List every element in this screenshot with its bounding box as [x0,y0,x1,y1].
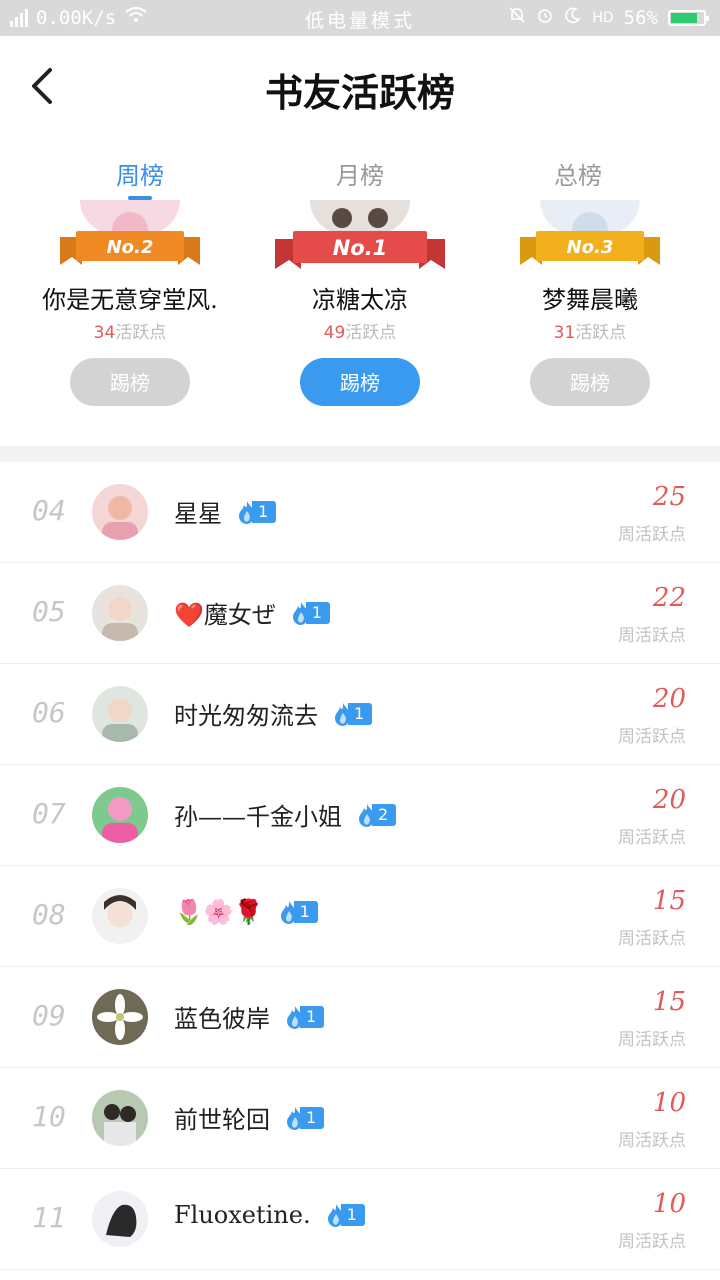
page-title: 书友活跃榜 [264,70,455,115]
rank-ribbon-1: No.1 [275,231,445,269]
score-label: 周活跃点 [618,1131,686,1151]
mute-bell-icon [508,6,526,29]
score-value: 20 [652,684,686,714]
list-item[interactable]: 09 蓝色彼岸 1 15 周活跃点 [0,967,720,1068]
kick-button[interactable]: 踢榜 [530,358,650,406]
podium-points: 31活跃点 [553,323,627,343]
list-item[interactable]: 06 时光匆匆流去 1 20 周活跃点 [0,664,720,765]
user-name: 星星 [174,500,222,528]
list-item[interactable]: 04 星星 1 25 周活跃点 [0,462,720,563]
level-number: 1 [300,1005,325,1028]
avatar[interactable] [92,585,148,641]
list-item[interactable]: 08 🌷🌸🌹 1 15 周活跃点 [0,866,720,967]
user-name: 蓝色彼岸 [174,1005,270,1033]
header: 书友活跃榜 [0,36,720,136]
user-name: 孙——千金小姐 [174,803,342,831]
score-label: 周活跃点 [618,626,686,646]
hd-call-icon: HD [592,9,614,26]
podium-name: 凉糖太凉 [312,286,408,314]
score-label: 周活跃点 [618,525,686,545]
podium-name: 梦舞晨曦 [542,286,638,314]
level-number: 1 [348,702,373,725]
list-item[interactable]: 07 孙——千金小姐 2 20 周活跃点 [0,765,720,866]
level-badge: 1 [288,601,331,625]
rank-badge: No.1 [333,236,388,260]
user-name: 前世轮回 [174,1106,270,1134]
level-number: 2 [372,803,397,826]
level-badge: 1 [282,1005,325,1029]
battery-percent: 56% [623,6,658,29]
score-value: 22 [652,583,686,613]
level-badge: 1 [234,500,277,524]
list-item[interactable]: 05 ❤️魔女ぜ 1 22 周活跃点 [0,563,720,664]
avatar[interactable] [92,1191,148,1247]
level-badge: 1 [323,1203,365,1227]
score-label: 周活跃点 [618,1232,686,1252]
level-number: 1 [293,901,318,923]
avatar[interactable] [92,686,148,742]
user-name: Fluoxetine. [174,1201,311,1229]
score-value: 25 [652,482,686,512]
level-number: 1 [252,500,277,523]
rank-number: 05 [32,595,66,628]
rank-badge: No.2 [107,237,154,258]
rank-number: 09 [32,999,66,1032]
status-bar: 0.00K/s 低电量模式 HD 56% [0,0,720,36]
moon-icon [564,6,582,29]
rank-badge: No.3 [567,237,614,258]
alarm-icon [536,6,554,29]
rank-number: 06 [32,696,66,729]
user-name: ❤️魔女ぜ [174,601,276,629]
score-value: 10 [652,1088,686,1118]
tab-monthly[interactable]: 月榜 [300,156,420,191]
rank-number: 10 [32,1100,66,1133]
kick-button[interactable]: 踢榜 [70,358,190,406]
user-name: 🌷🌸🌹 [174,898,264,926]
podium-name: 你是无意穿堂风. [42,286,218,314]
rank-ribbon-3: No.3 [520,231,660,265]
podium-points: 34活跃点 [93,323,167,343]
score-label: 周活跃点 [618,929,686,949]
user-name: 时光匆匆流去 [174,702,318,730]
level-badge: 1 [282,1106,325,1130]
score-value: 15 [652,987,686,1017]
level-number: 1 [340,1204,365,1226]
kick-button[interactable]: 踢榜 [300,358,420,406]
tab-weekly[interactable]: 周榜 [80,156,200,191]
section-divider [0,446,720,462]
ranking-list: 04 星星 1 25 周活跃点 05 ❤️魔女ぜ 1 22 周活跃点 06 时光… [0,462,720,1270]
rank-number: 07 [32,797,66,830]
avatar[interactable] [92,989,148,1045]
rank-number: 11 [32,1201,66,1234]
level-badge: 1 [276,900,318,924]
level-number: 1 [305,601,331,624]
list-item[interactable]: 11 Fluoxetine. 1 10 周活跃点 [0,1169,720,1270]
score-value: 10 [652,1189,686,1219]
podium-points: 49活跃点 [323,323,397,343]
score-value: 20 [652,785,686,815]
level-number: 1 [300,1106,325,1129]
score-label: 周活跃点 [618,828,686,848]
list-item[interactable]: 10 前世轮回 1 10 周活跃点 [0,1068,720,1169]
score-value: 15 [652,886,686,916]
avatar[interactable] [92,888,148,944]
tab-total[interactable]: 总榜 [518,156,638,191]
avatar[interactable] [92,1090,148,1146]
tab-bar: 周榜 月榜 总榜 [0,150,720,206]
score-label: 周活跃点 [618,727,686,747]
level-badge: 1 [330,702,373,726]
rank-number: 08 [32,898,66,931]
battery-icon [668,9,709,26]
rank-number: 04 [32,494,66,527]
avatar[interactable] [92,484,148,540]
level-badge: 2 [354,803,397,827]
score-label: 周活跃点 [618,1030,686,1050]
rank-ribbon-2: No.2 [60,231,200,265]
avatar[interactable] [92,787,148,843]
